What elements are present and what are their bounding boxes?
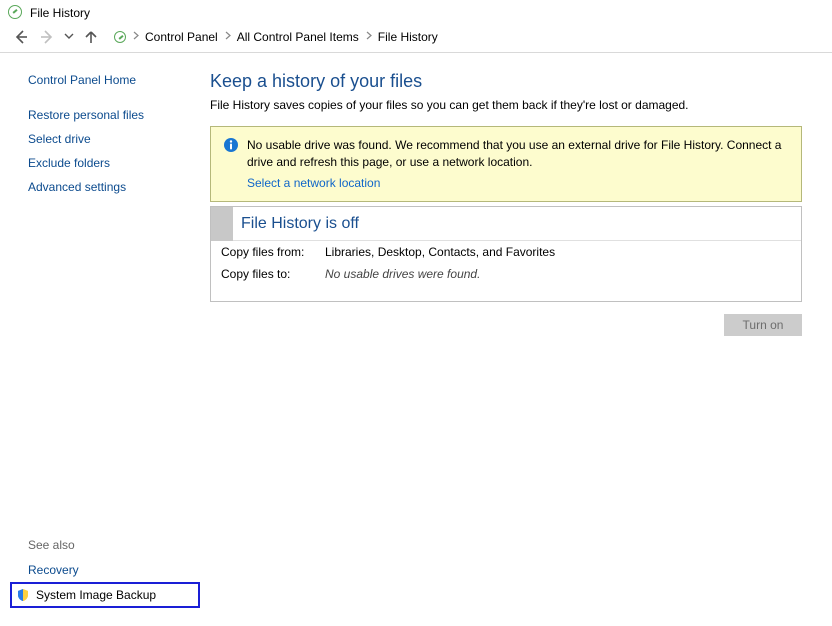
status-row: Copy files to: No usable drives were fou…	[211, 263, 801, 285]
status-thumbnail	[211, 207, 233, 241]
main-panel: Keep a history of your files File Histor…	[210, 53, 832, 618]
status-header: File History is off	[211, 207, 801, 241]
breadcrumb-item[interactable]: All Control Panel Items	[235, 28, 361, 46]
title-bar: File History	[0, 0, 832, 26]
status-panel: File History is off Copy files from: Lib…	[210, 206, 802, 302]
file-history-app-icon	[8, 5, 24, 21]
see-also-label: See also	[28, 532, 200, 558]
page-description: File History saves copies of your files …	[210, 98, 802, 112]
sidebar-link-select-drive[interactable]: Select drive	[28, 127, 200, 151]
chevron-right-icon	[132, 31, 139, 43]
status-value: No usable drives were found.	[325, 267, 480, 281]
sidebar-link-exclude-folders[interactable]: Exclude folders	[28, 151, 200, 175]
breadcrumb-item[interactable]: Control Panel	[143, 28, 220, 46]
status-value: Libraries, Desktop, Contacts, and Favori…	[325, 245, 555, 259]
status-row: Copy files from: Libraries, Desktop, Con…	[211, 241, 801, 263]
file-history-path-icon	[112, 29, 128, 45]
status-key: Copy files to:	[221, 267, 325, 281]
chevron-right-icon	[365, 31, 372, 43]
sidebar: Control Panel Home Restore personal file…	[0, 53, 210, 618]
see-also-recovery[interactable]: Recovery	[28, 558, 200, 582]
status-title: File History is off	[241, 215, 359, 233]
action-row: Turn on	[210, 314, 802, 336]
select-network-location-link[interactable]: Select a network location	[247, 171, 380, 192]
recent-locations-dropdown[interactable]	[64, 32, 74, 43]
page-heading: Keep a history of your files	[210, 71, 802, 92]
chevron-right-icon	[224, 31, 231, 43]
see-also-system-image-backup-label: System Image Backup	[36, 588, 156, 602]
info-icon	[223, 137, 239, 153]
warning-message: No usable drive was found. We recommend …	[247, 138, 781, 169]
turn-on-button[interactable]: Turn on	[724, 314, 802, 336]
control-panel-home-link[interactable]: Control Panel Home	[28, 73, 200, 103]
address-bar[interactable]: Control Panel All Control Panel Items Fi…	[112, 28, 440, 46]
sidebar-link-advanced-settings[interactable]: Advanced settings	[28, 175, 200, 199]
window-title: File History	[30, 6, 90, 20]
forward-button[interactable]	[38, 28, 56, 46]
see-also-system-image-backup[interactable]: System Image Backup	[10, 582, 200, 608]
up-button[interactable]	[82, 28, 100, 46]
warning-banner: No usable drive was found. We recommend …	[210, 126, 802, 202]
uac-shield-icon	[16, 588, 30, 602]
sidebar-link-restore[interactable]: Restore personal files	[28, 103, 200, 127]
breadcrumb-item[interactable]: File History	[376, 28, 440, 46]
status-key: Copy files from:	[221, 245, 325, 259]
navigation-bar: Control Panel All Control Panel Items Fi…	[0, 26, 832, 53]
back-button[interactable]	[12, 28, 30, 46]
